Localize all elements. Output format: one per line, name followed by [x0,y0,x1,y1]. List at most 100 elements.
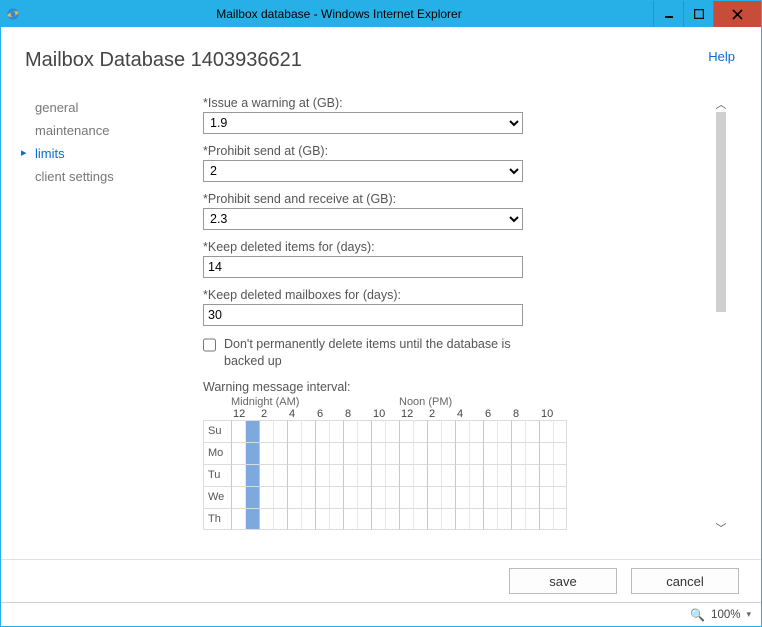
schedule-cell[interactable] [469,420,483,442]
scroll-up-icon[interactable]: ︿ [713,96,729,112]
schedule-cell[interactable] [231,442,245,464]
schedule-cell[interactable] [469,442,483,464]
schedule-cell[interactable] [245,508,259,530]
schedule-cell[interactable] [511,464,525,486]
schedule-cell[interactable] [511,508,525,530]
schedule-cell[interactable] [413,420,427,442]
schedule-cell[interactable] [371,464,385,486]
schedule-cell[interactable] [511,486,525,508]
schedule-cell[interactable] [315,420,329,442]
scrollbar-thumb[interactable] [716,112,726,312]
schedule-cell[interactable] [553,420,567,442]
schedule-cell[interactable] [399,508,413,530]
schedule-cell[interactable] [525,420,539,442]
vertical-scrollbar[interactable]: ︿ ﹀ [713,96,729,536]
minimize-button[interactable] [653,1,683,27]
schedule-cell[interactable] [399,420,413,442]
schedule-cell[interactable] [357,464,371,486]
schedule-cell[interactable] [357,442,371,464]
schedule-cell[interactable] [483,442,497,464]
schedule-cell[interactable] [413,486,427,508]
schedule-cell[interactable] [245,486,259,508]
schedule-cell[interactable] [231,508,245,530]
schedule-cell[interactable] [329,508,343,530]
schedule-cell[interactable] [273,486,287,508]
schedule-cell[interactable] [329,442,343,464]
schedule-cell[interactable] [259,442,273,464]
schedule-cell[interactable] [441,508,455,530]
schedule-cell[interactable] [539,420,553,442]
scroll-down-icon[interactable]: ﹀ [713,520,729,536]
schedule-cell[interactable] [427,486,441,508]
schedule-cell[interactable] [259,464,273,486]
schedule-cell[interactable] [497,442,511,464]
schedule-cell[interactable] [343,486,357,508]
close-button[interactable] [713,1,761,27]
schedule-cell[interactable] [525,464,539,486]
schedule-cell[interactable] [525,442,539,464]
schedule-cell[interactable] [483,508,497,530]
dont-delete-checkbox[interactable] [203,338,216,352]
schedule-cell[interactable] [273,420,287,442]
schedule-cell[interactable] [497,464,511,486]
schedule-cell[interactable] [287,420,301,442]
schedule-cell[interactable] [539,486,553,508]
schedule-cell[interactable] [315,508,329,530]
schedule-cell[interactable] [553,508,567,530]
schedule-cell[interactable] [273,464,287,486]
schedule-cell[interactable] [441,464,455,486]
zoom-dropdown-icon[interactable]: ▾ [746,609,751,620]
schedule-cell[interactable] [497,508,511,530]
schedule-cell[interactable] [301,486,315,508]
schedule-cell[interactable] [525,486,539,508]
schedule-cell[interactable] [357,486,371,508]
schedule-cell[interactable] [287,442,301,464]
schedule-cell[interactable] [343,464,357,486]
maximize-button[interactable] [683,1,713,27]
keep-items-input[interactable] [203,256,523,278]
schedule-cell[interactable] [455,442,469,464]
schedule-cell[interactable] [329,420,343,442]
schedule-cell[interactable] [483,420,497,442]
schedule-grid[interactable]: Midnight (AM) Noon (PM) 1224681012246810… [203,396,697,530]
schedule-cell[interactable] [301,420,315,442]
schedule-cell[interactable] [427,508,441,530]
sidebar-item-limits[interactable]: limits [25,142,175,165]
schedule-cell[interactable] [441,442,455,464]
schedule-cell[interactable] [315,442,329,464]
schedule-cell[interactable] [455,508,469,530]
schedule-cell[interactable] [245,420,259,442]
sidebar-item-general[interactable]: general [25,96,175,119]
schedule-cell[interactable] [245,442,259,464]
help-link[interactable]: Help [708,49,735,64]
schedule-cell[interactable] [371,508,385,530]
schedule-cell[interactable] [483,464,497,486]
schedule-cell[interactable] [371,420,385,442]
schedule-cell[interactable] [553,464,567,486]
schedule-cell[interactable] [525,508,539,530]
schedule-cell[interactable] [301,442,315,464]
schedule-cell[interactable] [273,442,287,464]
schedule-cell[interactable] [287,486,301,508]
schedule-cell[interactable] [413,442,427,464]
schedule-cell[interactable] [483,486,497,508]
schedule-cell[interactable] [539,442,553,464]
schedule-cell[interactable] [259,420,273,442]
schedule-cell[interactable] [511,420,525,442]
schedule-cell[interactable] [301,464,315,486]
schedule-cell[interactable] [497,486,511,508]
schedule-cell[interactable] [399,442,413,464]
schedule-cell[interactable] [343,508,357,530]
schedule-cell[interactable] [371,486,385,508]
schedule-cell[interactable] [427,442,441,464]
schedule-cell[interactable] [553,442,567,464]
schedule-cell[interactable] [231,420,245,442]
schedule-cell[interactable] [469,464,483,486]
prohibit-send-select[interactable]: 2 [203,160,523,182]
schedule-cell[interactable] [385,464,399,486]
schedule-cell[interactable] [399,464,413,486]
prohibit-send-receive-select[interactable]: 2.3 [203,208,523,230]
schedule-cell[interactable] [231,464,245,486]
schedule-cell[interactable] [287,508,301,530]
schedule-cell[interactable] [385,420,399,442]
